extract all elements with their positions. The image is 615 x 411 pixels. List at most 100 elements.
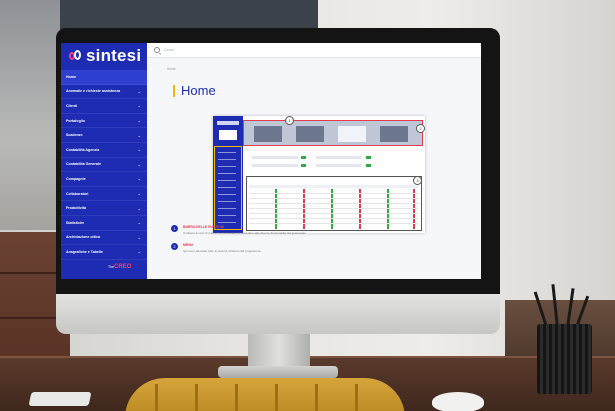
mini-menu-line [218, 159, 236, 160]
chair-rib [315, 384, 318, 411]
sidebar-item-label: Archiviazione ottica [66, 235, 100, 240]
mouse [432, 392, 484, 411]
mini-menu-line [218, 152, 236, 153]
legend-title: MENU [183, 243, 193, 247]
sidebar-item[interactable]: Collaboratori ⌄ [61, 187, 147, 202]
sidebar-item[interactable]: Compagnie ⌄ [61, 172, 147, 187]
monitor-screen: sintesi Home Anomalie e richieste assiste… [61, 43, 481, 279]
sidebar-item[interactable]: Produttività ⌄ [61, 201, 147, 216]
mini-field [316, 164, 362, 167]
sidebar-item-label: Anomalie e richieste assistenza [66, 89, 121, 94]
footer-logo-main: CREO [114, 264, 132, 270]
annotated-screenshot: 1 2 3 [213, 116, 425, 233]
chevron-down-icon: ⌄ [137, 147, 141, 153]
mini-table-row [249, 203, 419, 204]
legend-description: Contiene le voci di menu che permettono … [183, 231, 307, 235]
app-topbar: Cerca [147, 43, 481, 58]
sidebar-nav: Home Anomalie e richieste assistenza ⌄ Clie… [61, 70, 147, 260]
legend-number: 2 [171, 243, 178, 250]
mini-thumbnail [380, 126, 408, 142]
brand-logo[interactable]: sintesi [61, 43, 147, 69]
mini-field [252, 164, 298, 167]
legend-description: Qui sono elencate tutte le sezioni di la… [183, 249, 262, 253]
mini-thumbnail [296, 126, 324, 142]
sidebar-item[interactable]: Archiviazione ottica ⌄ [61, 231, 147, 246]
sidebar-item-label: Clienti [66, 103, 77, 108]
legend: 1 BARRA DELLE FUNZIONI Contiene le voci di… [171, 225, 471, 261]
mini-menu-line [218, 180, 236, 181]
mini-table-row [249, 198, 419, 199]
mini-menu-line [218, 222, 236, 223]
sidebar-item[interactable]: Contabilità Agenzia ⌄ [61, 143, 147, 158]
app-main: Home Home 1 2 3 1 BARRA DELLE FUNZIONI C… [147, 58, 481, 279]
monitor-stand-base [218, 366, 338, 378]
mini-thumbnail [338, 126, 366, 142]
chevron-down-icon: ⌄ [137, 234, 141, 240]
mini-menu-line [218, 201, 236, 202]
sidebar-item-label: Home [66, 74, 76, 79]
mini-table-row [249, 213, 419, 214]
photo-scene: sintesi Home Anomalie e richieste assiste… [0, 0, 615, 411]
sidebar-item-label: Contabilità Generale [66, 162, 101, 167]
sidebar-item-label: Portafoglio [66, 118, 85, 123]
sidebar-item[interactable]: Contabilità Generale ⌄ [61, 158, 147, 173]
chair [125, 378, 405, 411]
mini-table [246, 176, 422, 231]
concrete-pillar [0, 0, 60, 230]
legend-title: BARRA DELLE FUNZIONI [183, 225, 225, 229]
sidebar-item[interactable]: Scadenze ⌄ [61, 128, 147, 143]
sidebar-item-label: Collaboratori [66, 191, 89, 196]
sidebar-item[interactable]: Anagrafiche e Tabelle ⌄ [61, 245, 147, 260]
sidebar-item-label: Contabilità Agenzia [66, 147, 100, 152]
chevron-down-icon: ⌄ [137, 103, 141, 109]
keyboard [28, 392, 92, 406]
brand-name: sintesi [86, 46, 142, 65]
mini-table-row [249, 208, 419, 209]
page-title: Home [173, 84, 216, 97]
chevron-down-icon: ⌄ [137, 191, 141, 197]
search-icon[interactable] [154, 47, 160, 53]
sidebar-item[interactable]: Anomalie e richieste assistenza ⌄ [61, 85, 147, 100]
legend-number: 1 [171, 225, 178, 232]
sidebar-item-label: Produttività [66, 206, 86, 211]
chevron-down-icon: ⌄ [137, 132, 141, 138]
monitor-chin [56, 294, 500, 334]
pencil-cup [537, 324, 592, 394]
mini-menu-line [218, 194, 236, 195]
sidebar-item[interactable]: Statistiche ⌄ [61, 216, 147, 231]
mini-green-tag [366, 164, 371, 167]
mini-menu-line [218, 215, 236, 216]
sidebar-item-label: Scadenze [66, 133, 83, 138]
chevron-down-icon: ⌄ [137, 161, 141, 167]
chair-rib [275, 384, 278, 411]
mini-logo-box [219, 130, 237, 140]
chevron-down-icon: ⌄ [137, 220, 141, 226]
mini-badge: 1 [285, 116, 294, 125]
mini-logo [217, 121, 239, 125]
chair-rib [355, 384, 358, 411]
mini-green-tag [301, 164, 306, 167]
search-input[interactable]: Cerca [164, 48, 174, 52]
mini-table-row [249, 218, 419, 219]
footer-logo: TheCREO [108, 264, 131, 270]
monitor-stand [248, 334, 310, 368]
mini-menu-line [218, 166, 236, 167]
sidebar-item[interactable]: Home [61, 70, 147, 85]
mini-field [316, 156, 362, 159]
mini-badge: 3 [413, 176, 422, 185]
mini-field [252, 156, 298, 159]
chevron-down-icon: ⌄ [137, 249, 141, 255]
mini-table-row [249, 223, 419, 224]
sidebar-item-label: Statistiche [66, 220, 85, 225]
sidebar-item[interactable]: Portafoglio ⌄ [61, 114, 147, 129]
breadcrumb[interactable]: Home [167, 67, 176, 71]
mini-menu-line [218, 187, 236, 188]
sidebar-item[interactable]: Clienti ⌄ [61, 99, 147, 114]
mini-green-tag [301, 156, 306, 159]
chair-rib [155, 384, 158, 411]
chevron-down-icon: ⌄ [137, 205, 141, 211]
legend-item: 1 BARRA DELLE FUNZIONI Contiene le voci di… [171, 225, 471, 243]
mini-menu-line [218, 173, 236, 174]
app-sidebar: sintesi Home Anomalie e richieste assiste… [61, 43, 147, 279]
mini-form [246, 150, 422, 175]
